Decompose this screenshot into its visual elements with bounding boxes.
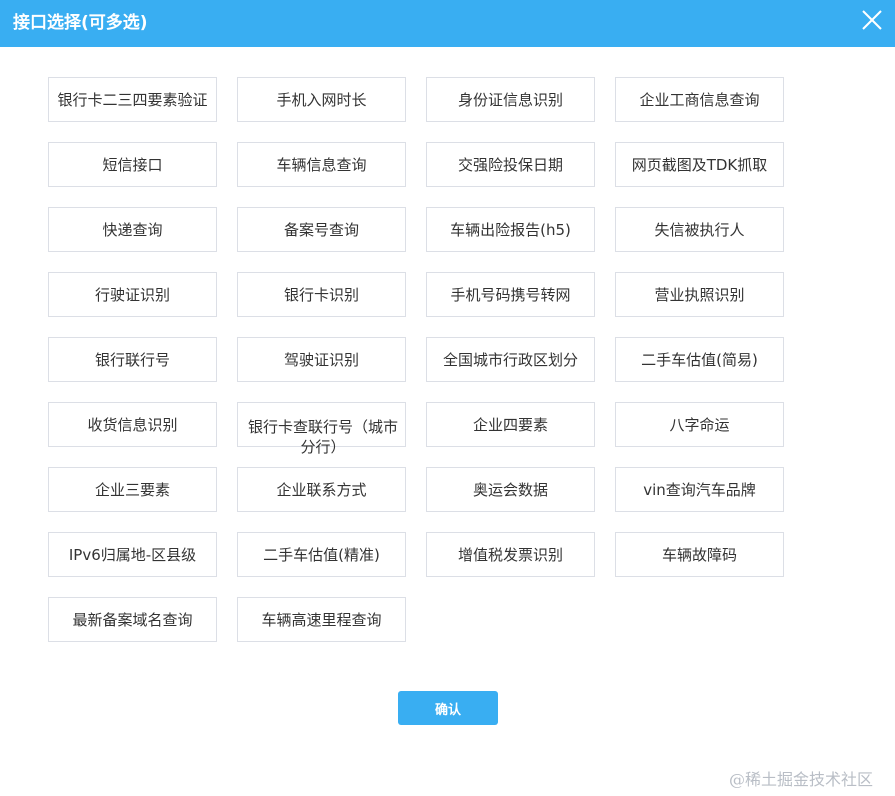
option-highway-mileage[interactable]: 车辆高速里程查询 (237, 597, 406, 642)
close-button[interactable] (858, 6, 886, 34)
confirm-button[interactable]: 确认 (398, 691, 498, 725)
interface-options-grid: 银行卡二三四要素验证 手机入网时长 身份证信息识别 企业工商信息查询 短信接口 … (48, 77, 788, 642)
option-vehicle-accident-report[interactable]: 车辆出险报告(h5) (426, 207, 595, 252)
close-icon (862, 10, 882, 30)
option-latest-domain[interactable]: 最新备案域名查询 (48, 597, 217, 642)
option-sms[interactable]: 短信接口 (48, 142, 217, 187)
option-bankcard-verify[interactable]: 银行卡二三四要素验证 (48, 77, 217, 122)
dialog-titlebar: 接口选择(可多选) (0, 0, 895, 47)
option-driver-license[interactable]: 驾驶证识别 (237, 337, 406, 382)
option-id-card-recognition[interactable]: 身份证信息识别 (426, 77, 595, 122)
option-business-license[interactable]: 营业执照识别 (615, 272, 784, 317)
option-vehicle-fault-code[interactable]: 车辆故障码 (615, 532, 784, 577)
option-bankcard-recognition[interactable]: 银行卡识别 (237, 272, 406, 317)
option-bankcard-branch-code[interactable]: 银行卡查联行号（城市分行） (237, 402, 406, 456)
option-dishonest-debtor[interactable]: 失信被执行人 (615, 207, 784, 252)
option-olympics-data[interactable]: 奥运会数据 (426, 467, 595, 512)
option-driving-permit[interactable]: 行驶证识别 (48, 272, 217, 317)
option-insurance-date[interactable]: 交强险投保日期 (426, 142, 595, 187)
option-bank-code[interactable]: 银行联行号 (48, 337, 217, 382)
option-business-info-query[interactable]: 企业工商信息查询 (615, 77, 784, 122)
option-ipv6-location[interactable]: IPv6归属地-区县级 (48, 532, 217, 577)
option-enterprise-four-elements[interactable]: 企业四要素 (426, 402, 595, 447)
option-used-car-precise[interactable]: 二手车估值(精准) (237, 532, 406, 577)
option-icp-query[interactable]: 备案号查询 (237, 207, 406, 252)
option-bazi-fortune[interactable]: 八字命运 (615, 402, 784, 447)
option-bankcard-branch-code-label: 银行卡查联行号（城市分行） (247, 418, 398, 456)
dialog-title: 接口选择(可多选) (13, 13, 148, 33)
option-number-portability[interactable]: 手机号码携号转网 (426, 272, 595, 317)
option-address-recognition[interactable]: 收货信息识别 (48, 402, 217, 447)
option-web-screenshot[interactable]: 网页截图及TDK抓取 (615, 142, 784, 187)
option-used-car-simple[interactable]: 二手车估值(简易) (615, 337, 784, 382)
option-express-query[interactable]: 快递查询 (48, 207, 217, 252)
option-phone-network-duration[interactable]: 手机入网时长 (237, 77, 406, 122)
option-enterprise-contact[interactable]: 企业联系方式 (237, 467, 406, 512)
option-admin-division[interactable]: 全国城市行政区划分 (426, 337, 595, 382)
option-vehicle-info[interactable]: 车辆信息查询 (237, 142, 406, 187)
option-enterprise-three-elements[interactable]: 企业三要素 (48, 467, 217, 512)
option-vin-brand[interactable]: vin查询汽车品牌 (615, 467, 784, 512)
option-vat-invoice[interactable]: 增值税发票识别 (426, 532, 595, 577)
watermark: @稀土掘金技术社区 (729, 770, 874, 789)
